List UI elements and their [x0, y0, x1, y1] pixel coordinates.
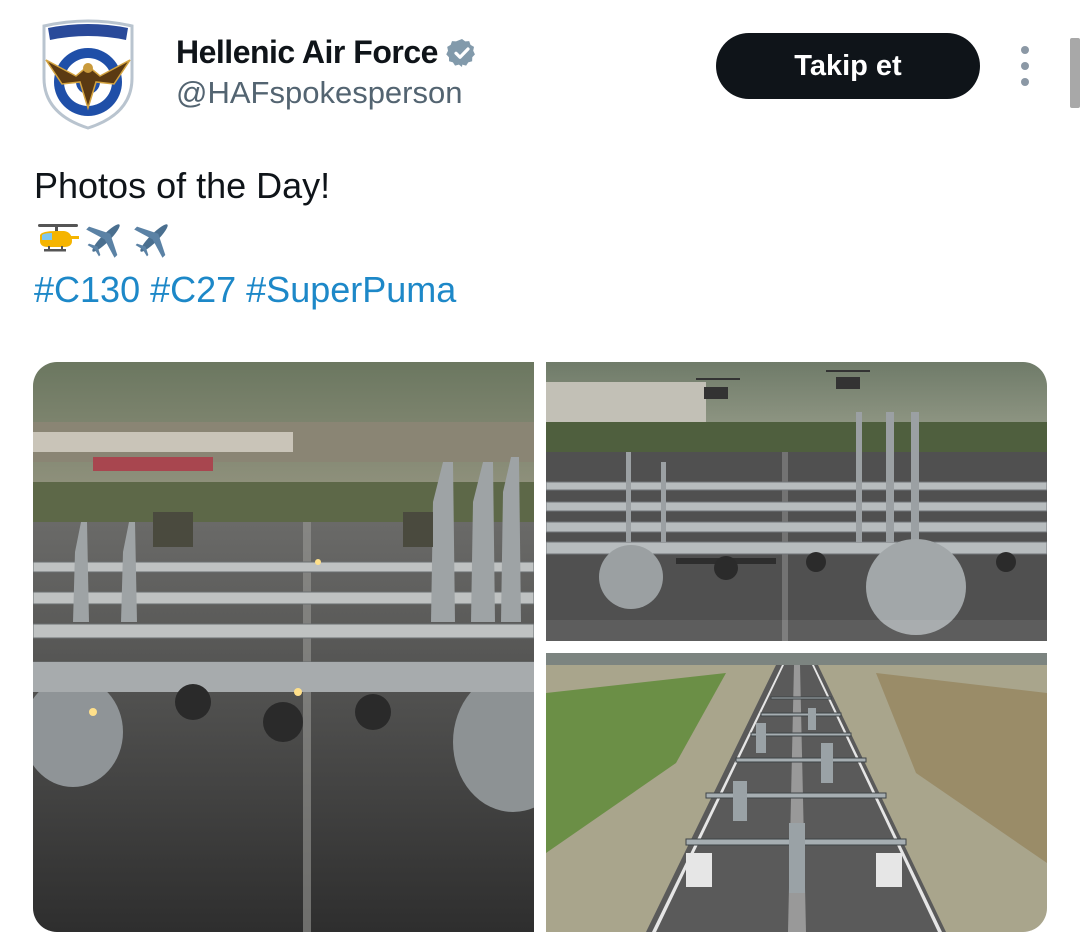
- user-handle[interactable]: @HAFspokesperson: [176, 75, 478, 111]
- more-dot: [1021, 62, 1029, 70]
- airplane-emoji-icon: [134, 224, 168, 258]
- verified-badge-icon[interactable]: [446, 37, 478, 69]
- airplane-emoji-icon: [86, 224, 120, 258]
- name-row: Hellenic Air Force: [176, 34, 478, 71]
- hashtag-link[interactable]: #SuperPuma: [246, 269, 456, 310]
- media-grid: [33, 362, 1047, 932]
- author-info: Hellenic Air Force @HAFspokesperson: [176, 34, 478, 111]
- hashtag-link[interactable]: #C27: [150, 269, 236, 310]
- tweet-main-text: Photos of the Day!: [34, 165, 331, 206]
- tweet-text: Photos of the Day! #C130 #C27 #SuperPuma: [34, 160, 466, 316]
- hashtag-row: #C130 #C27 #SuperPuma: [34, 264, 466, 316]
- aircraft-lineup-photo: [33, 362, 534, 932]
- hellenic-air-force-emblem-icon: [42, 19, 134, 130]
- aircraft-aerial-formation-photo: [546, 653, 1047, 932]
- media-photo-2[interactable]: [546, 362, 1047, 641]
- scrollbar[interactable]: [1070, 38, 1080, 108]
- more-dot: [1021, 46, 1029, 54]
- media-photo-1[interactable]: [33, 362, 534, 932]
- media-photo-3[interactable]: [546, 653, 1047, 932]
- tweet-page: Hellenic Air Force @HAFspokesperson Taki…: [0, 0, 1080, 950]
- hashtag-link[interactable]: #C130: [34, 269, 140, 310]
- display-name[interactable]: Hellenic Air Force: [176, 34, 438, 71]
- helicopters-above-aircraft-photo: [546, 362, 1047, 641]
- avatar[interactable]: [36, 18, 140, 130]
- more-dot: [1021, 78, 1029, 86]
- more-vertical-icon[interactable]: [1010, 46, 1040, 86]
- emoji-row: [34, 212, 466, 264]
- helicopter-emoji-icon: [38, 224, 79, 252]
- follow-button[interactable]: Takip et: [716, 33, 980, 99]
